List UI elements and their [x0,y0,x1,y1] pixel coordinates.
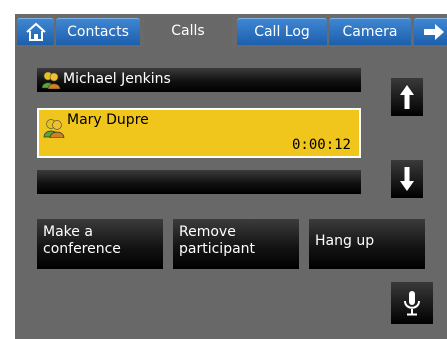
microphone-icon [404,291,420,316]
tab-calls[interactable]: Calls [144,16,232,47]
call-row-mary-active[interactable]: Mary Dupre 0:00:12 [37,108,361,158]
house-icon [25,22,46,41]
arrow-right-icon [424,24,444,40]
contact-icon [43,118,65,142]
hang-up-button[interactable]: Hang up [309,219,425,269]
tab-contacts[interactable]: Contacts [56,18,140,45]
tab-camera[interactable]: Camera [329,18,411,45]
contact-icon [41,71,61,93]
call-row-empty[interactable] [37,170,361,194]
scroll-down-button[interactable] [391,160,423,198]
tab-bar: Contacts Calls Call Log Camera [15,14,447,47]
tab-call-log[interactable]: Call Log [237,18,327,45]
arrow-up-icon [400,85,414,109]
scroll-up-button[interactable] [391,78,423,116]
tab-home[interactable] [17,18,54,45]
arrow-down-icon [400,167,414,191]
remove-participant-button[interactable]: Remove participant [173,219,299,269]
tab-next[interactable] [414,18,447,45]
caller-name: Michael Jenkins [63,71,171,87]
call-row-michael[interactable]: Michael Jenkins [37,68,361,92]
caller-name: Mary Dupre [67,112,149,128]
call-duration: 0:00:12 [291,137,351,153]
phone-screen: Contacts Calls Call Log Camera Michael J… [15,14,447,339]
make-conference-button[interactable]: Make a conference [37,219,163,269]
mute-button[interactable] [391,282,433,324]
